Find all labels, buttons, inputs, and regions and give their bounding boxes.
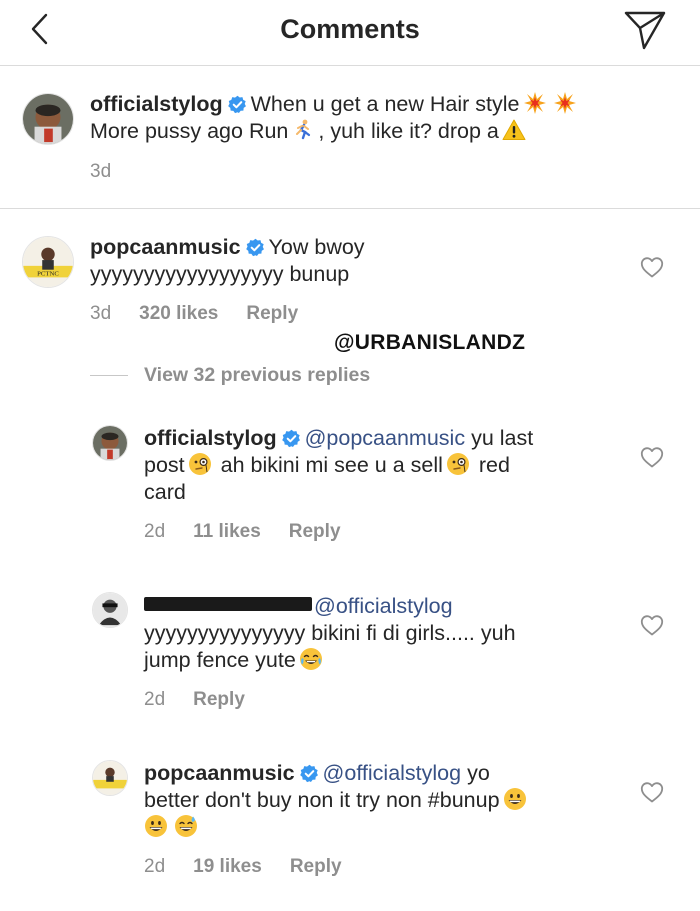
divider-line bbox=[90, 375, 128, 376]
reply-meta: 2d Reply bbox=[144, 689, 273, 711]
caption-line1: When u get a new Hair style bbox=[250, 92, 520, 116]
caption-username[interactable]: officialstylog bbox=[90, 92, 223, 116]
avatar[interactable] bbox=[92, 592, 128, 628]
comment-line1: Yow bwoy bbox=[268, 235, 365, 259]
comment-line2: yyyyyyyyyyyyyyyyyy bunup bbox=[90, 262, 350, 286]
comment-text: popcaanmusic Yow bwoy yyyyyyyyyyyyyyyyyy … bbox=[90, 234, 630, 288]
collision-emoji-icon bbox=[523, 91, 547, 115]
reply-text-part: yo bbox=[467, 761, 490, 785]
like-heart-icon[interactable] bbox=[640, 781, 664, 803]
tears-of-joy-emoji-icon bbox=[299, 647, 323, 671]
avatar[interactable] bbox=[92, 760, 128, 796]
reply-button[interactable]: Reply bbox=[289, 521, 341, 542]
runner-emoji-icon bbox=[291, 118, 315, 142]
share-button[interactable] bbox=[622, 8, 668, 52]
like-heart-icon[interactable] bbox=[640, 614, 664, 636]
like-heart-icon[interactable] bbox=[640, 256, 664, 278]
reply-text-part: ah bikini mi see u a sell bbox=[220, 453, 443, 477]
verified-badge-icon bbox=[300, 764, 319, 783]
caption-text: officialstylog When u get a new Hair styl… bbox=[90, 91, 670, 145]
redacted-username bbox=[144, 597, 312, 611]
reply-likes[interactable]: 11 likes bbox=[193, 521, 261, 542]
verified-badge-icon bbox=[282, 429, 301, 448]
reply-likes[interactable]: 19 likes bbox=[193, 856, 262, 877]
avatar-photo bbox=[23, 94, 73, 144]
reply-button[interactable]: Reply bbox=[246, 303, 298, 324]
avatar[interactable]: PCTNC bbox=[22, 236, 74, 288]
reply-text-part: yyyyyyyyyyyyyyy bikini fi di girls..... … bbox=[144, 621, 516, 645]
reply-text: officialstylog @popcaanmusic yu last post… bbox=[144, 425, 614, 506]
warning-emoji-icon bbox=[502, 118, 526, 142]
reply-text-part: red bbox=[478, 453, 510, 477]
comment-likes[interactable]: 320 likes bbox=[139, 303, 218, 324]
watermark: @URBANISLANDZ bbox=[334, 331, 526, 354]
reply-meta: 2d 19 likes Reply bbox=[144, 856, 370, 878]
reply-text: @officialstylog yyyyyyyyyyyyyyy bikini f… bbox=[144, 593, 624, 674]
caption-meta: 3d bbox=[90, 161, 139, 183]
comment-username[interactable]: popcaanmusic bbox=[90, 235, 241, 259]
mention-link[interactable]: @popcaanmusic bbox=[305, 426, 465, 450]
reply-timestamp: 2d bbox=[144, 689, 166, 710]
reply-text-part: card bbox=[144, 480, 186, 504]
grinning-face-emoji-icon bbox=[144, 814, 168, 838]
reply-text-part: yu last bbox=[471, 426, 534, 450]
caption-line2-rest: , yuh like it? drop a bbox=[318, 119, 499, 143]
reply-username[interactable]: popcaanmusic bbox=[144, 761, 295, 785]
caption-timestamp: 3d bbox=[90, 161, 112, 182]
verified-badge-icon bbox=[228, 95, 247, 114]
reply-button[interactable]: Reply bbox=[290, 856, 342, 877]
like-heart-icon[interactable] bbox=[640, 446, 664, 468]
reply-timestamp: 2d bbox=[144, 856, 166, 877]
reply-username[interactable]: officialstylog bbox=[144, 426, 277, 450]
comment-meta: 3d 320 likes Reply bbox=[90, 303, 326, 325]
avatar[interactable] bbox=[92, 425, 128, 461]
avatar-photo bbox=[93, 426, 127, 460]
mention-link[interactable]: @officialstylog bbox=[314, 594, 453, 618]
collision-emoji-icon bbox=[553, 91, 577, 115]
comments-header: Comments bbox=[0, 0, 700, 66]
reply-meta: 2d 11 likes Reply bbox=[144, 521, 369, 543]
monocle-face-emoji-icon bbox=[188, 452, 212, 476]
verified-badge-icon bbox=[246, 238, 265, 257]
monocle-face-emoji-icon bbox=[446, 452, 470, 476]
grinning-sweat-emoji-icon bbox=[174, 814, 198, 838]
reply-button[interactable]: Reply bbox=[193, 689, 245, 710]
avatar-photo: PCTNC bbox=[23, 237, 73, 287]
svg-text:PCTNC: PCTNC bbox=[37, 270, 59, 277]
view-replies-label: View 32 previous replies bbox=[144, 364, 371, 386]
avatar-photo bbox=[93, 761, 127, 795]
comment-timestamp: 3d bbox=[90, 303, 112, 324]
reply-text: popcaanmusic @officialstylog yo better do… bbox=[144, 760, 614, 841]
mention-link[interactable]: @officialstylog bbox=[323, 761, 462, 785]
grinning-face-emoji-icon bbox=[503, 787, 527, 811]
caption-line2: More pussy ago Run bbox=[90, 119, 289, 143]
avatar-photo bbox=[93, 593, 127, 627]
post-caption: officialstylog When u get a new Hair styl… bbox=[0, 67, 700, 209]
reply-text-part: jump fence yute bbox=[144, 648, 296, 672]
reply-text-part: better don't buy non it try non #bunup bbox=[144, 788, 500, 812]
avatar[interactable] bbox=[22, 93, 74, 145]
paper-plane-icon bbox=[624, 11, 666, 50]
page-title: Comments bbox=[280, 14, 420, 44]
reply-timestamp: 2d bbox=[144, 521, 166, 542]
reply-text-part: post bbox=[144, 453, 185, 477]
